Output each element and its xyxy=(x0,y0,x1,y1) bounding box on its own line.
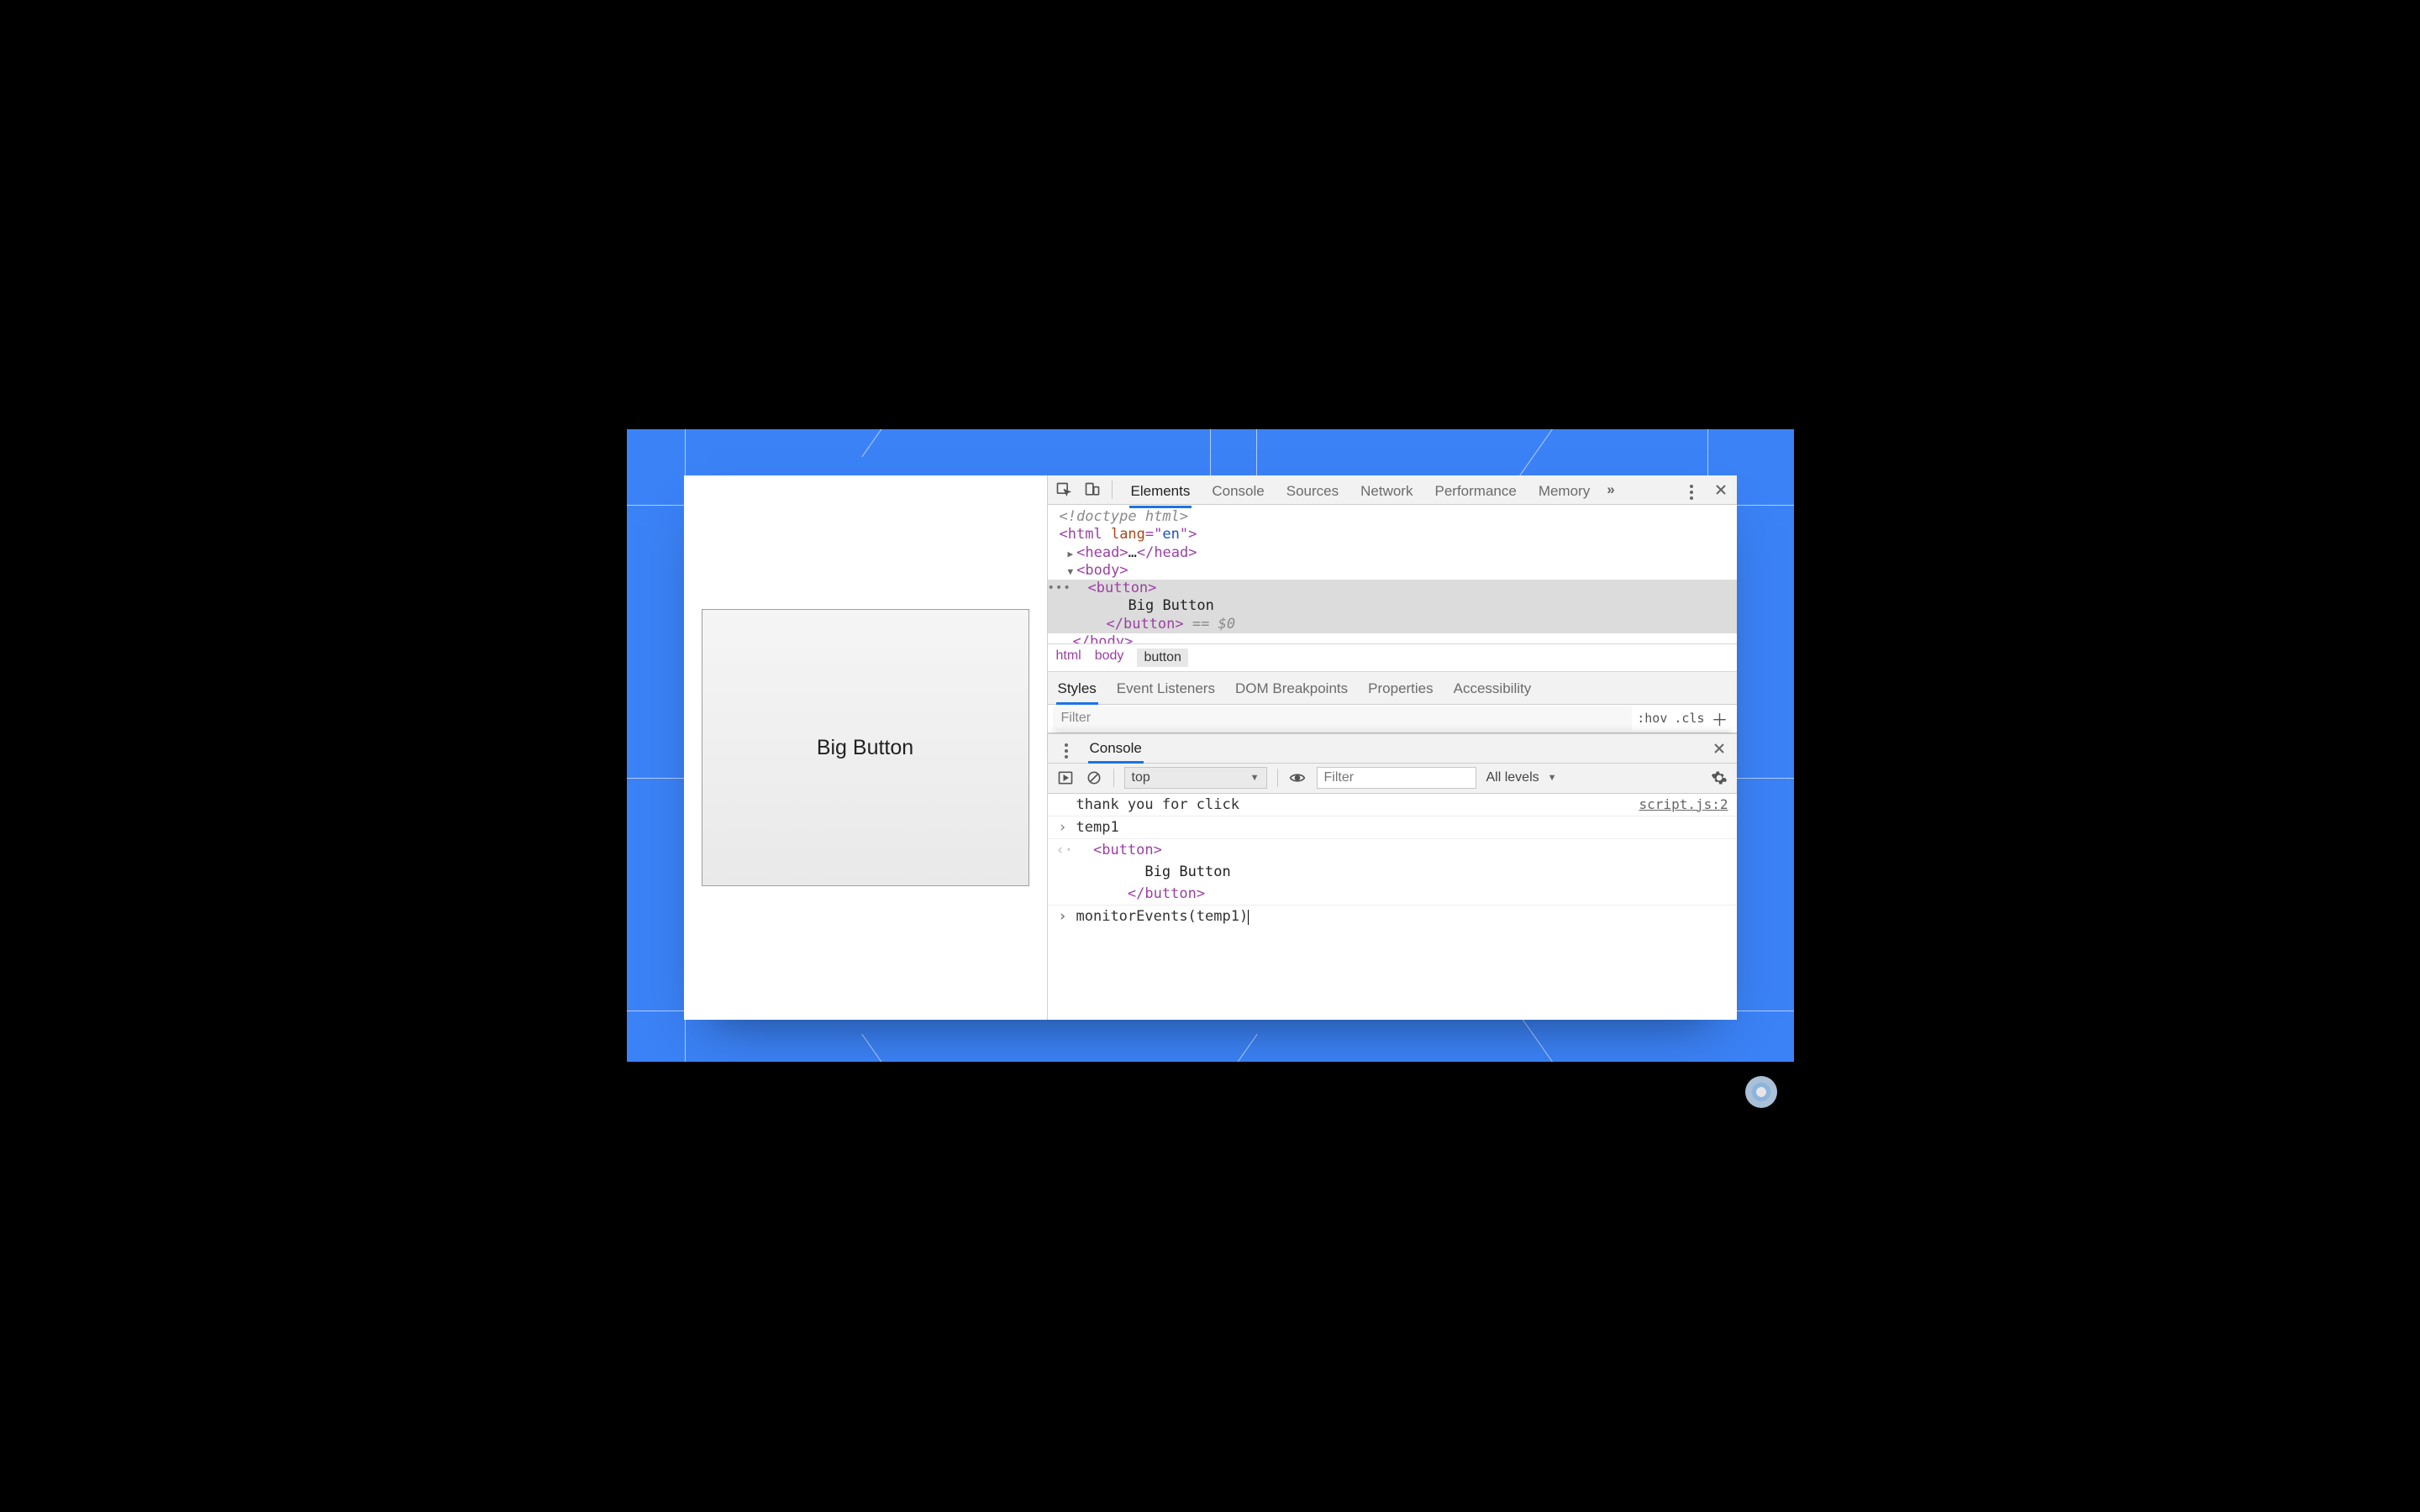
console-drawer-header: Console xyxy=(1048,733,1737,764)
dom-html-open[interactable]: <html lang="en"> xyxy=(1060,526,1737,543)
console-input-row: › temp1 xyxy=(1048,816,1737,839)
dom-body-close: </body> xyxy=(1060,633,1737,643)
tab-network[interactable]: Network xyxy=(1359,478,1414,505)
breadcrumb: html body button xyxy=(1048,643,1737,672)
console-input-1: temp1 xyxy=(1076,819,1728,836)
subtab-properties[interactable]: Properties xyxy=(1366,677,1434,704)
tab-memory[interactable]: Memory xyxy=(1537,478,1591,505)
tab-elements[interactable]: Elements xyxy=(1129,478,1192,505)
execution-context-select[interactable]: top xyxy=(1124,767,1267,789)
tab-console[interactable]: Console xyxy=(1210,478,1265,505)
console-settings-icon[interactable] xyxy=(1710,769,1728,787)
tab-sources[interactable]: Sources xyxy=(1285,478,1340,505)
big-button[interactable]: Big Button xyxy=(702,609,1029,886)
live-expression-icon[interactable] xyxy=(1288,769,1307,787)
log-level-select[interactable]: All levels xyxy=(1486,770,1557,785)
console-toolbar: top All levels xyxy=(1048,764,1737,794)
cls-toggle[interactable]: .cls xyxy=(1674,711,1704,726)
devtools-close-icon[interactable] xyxy=(1712,480,1730,499)
dom-node-actions-icon[interactable]: ••• xyxy=(1048,581,1071,596)
subtab-event-listeners[interactable]: Event Listeners xyxy=(1115,677,1217,704)
subtab-accessibility[interactable]: Accessibility xyxy=(1452,677,1534,704)
browser-window: Big Button xyxy=(684,475,1737,1020)
console-eval-row: </button> xyxy=(1048,883,1737,906)
console-current-input: monitorEvents(temp1) xyxy=(1076,908,1249,925)
dom-selected-node[interactable]: ••• <button> Big Button </button> == $0 xyxy=(1048,580,1737,633)
inspect-element-icon[interactable] xyxy=(1055,480,1073,499)
console-eval-row: ‹· <button> xyxy=(1048,839,1737,861)
drawer-close-icon[interactable] xyxy=(1710,739,1728,758)
console-log-row: thank you for click script.js:2 xyxy=(1048,794,1737,816)
console-filter-input[interactable] xyxy=(1317,767,1476,789)
new-style-rule-icon[interactable]: ＋ xyxy=(1712,706,1728,731)
subtab-dom-breakpoints[interactable]: DOM Breakpoints xyxy=(1234,677,1349,704)
dom-tree[interactable]: <!doctype html> <html lang="en"> <head>…… xyxy=(1048,505,1737,643)
console-log-message: thank you for click xyxy=(1076,796,1633,813)
page-viewport: Big Button xyxy=(684,475,1047,1020)
log-level-value: All levels xyxy=(1486,770,1539,785)
styles-filter-input[interactable] xyxy=(1053,706,1633,730)
tab-performance[interactable]: Performance xyxy=(1433,478,1518,505)
console-prompt-row[interactable]: › monitorEvents(temp1) xyxy=(1048,906,1737,927)
devtools-panel: Elements Console Sources Network Perform… xyxy=(1047,475,1737,1020)
dom-dollar0: == $0 xyxy=(1184,616,1235,633)
text-cursor-icon xyxy=(1248,910,1249,925)
console-sidebar-toggle-icon[interactable] xyxy=(1056,769,1075,787)
drawer-tab-console[interactable]: Console xyxy=(1088,734,1144,763)
dom-button-text: Big Button xyxy=(1128,597,1214,614)
device-toggle-icon[interactable] xyxy=(1083,480,1102,499)
breadcrumb-button[interactable]: button xyxy=(1137,648,1187,667)
hov-toggle[interactable]: :hov xyxy=(1637,711,1667,726)
subtab-styles[interactable]: Styles xyxy=(1056,677,1098,704)
console-eval-row: Big Button xyxy=(1048,861,1737,883)
console-body[interactable]: thank you for click script.js:2 › temp1 … xyxy=(1048,794,1737,1020)
console-log-source-link[interactable]: script.js:2 xyxy=(1639,796,1728,812)
chrome-logo-icon xyxy=(1745,1076,1777,1108)
drawer-menu-icon[interactable] xyxy=(1056,740,1076,757)
clear-console-icon[interactable] xyxy=(1085,769,1103,787)
dom-body-open[interactable]: <body> xyxy=(1060,562,1737,580)
tabs-overflow-icon[interactable]: » xyxy=(1602,481,1619,498)
dom-head-collapsed[interactable]: <head>…</head> xyxy=(1060,544,1737,562)
devtools-topbar: Elements Console Sources Network Perform… xyxy=(1048,475,1737,505)
execution-context-value: top xyxy=(1132,770,1150,785)
styles-tabbar: Styles Event Listeners DOM Breakpoints P… xyxy=(1048,672,1737,705)
styles-filter-row: :hov .cls ＋ xyxy=(1048,705,1737,733)
devtools-menu-icon[interactable] xyxy=(1681,481,1702,498)
dom-doctype: <!doctype html> xyxy=(1060,508,1189,525)
breadcrumb-body[interactable]: body xyxy=(1095,648,1124,667)
breadcrumb-html[interactable]: html xyxy=(1056,648,1081,667)
